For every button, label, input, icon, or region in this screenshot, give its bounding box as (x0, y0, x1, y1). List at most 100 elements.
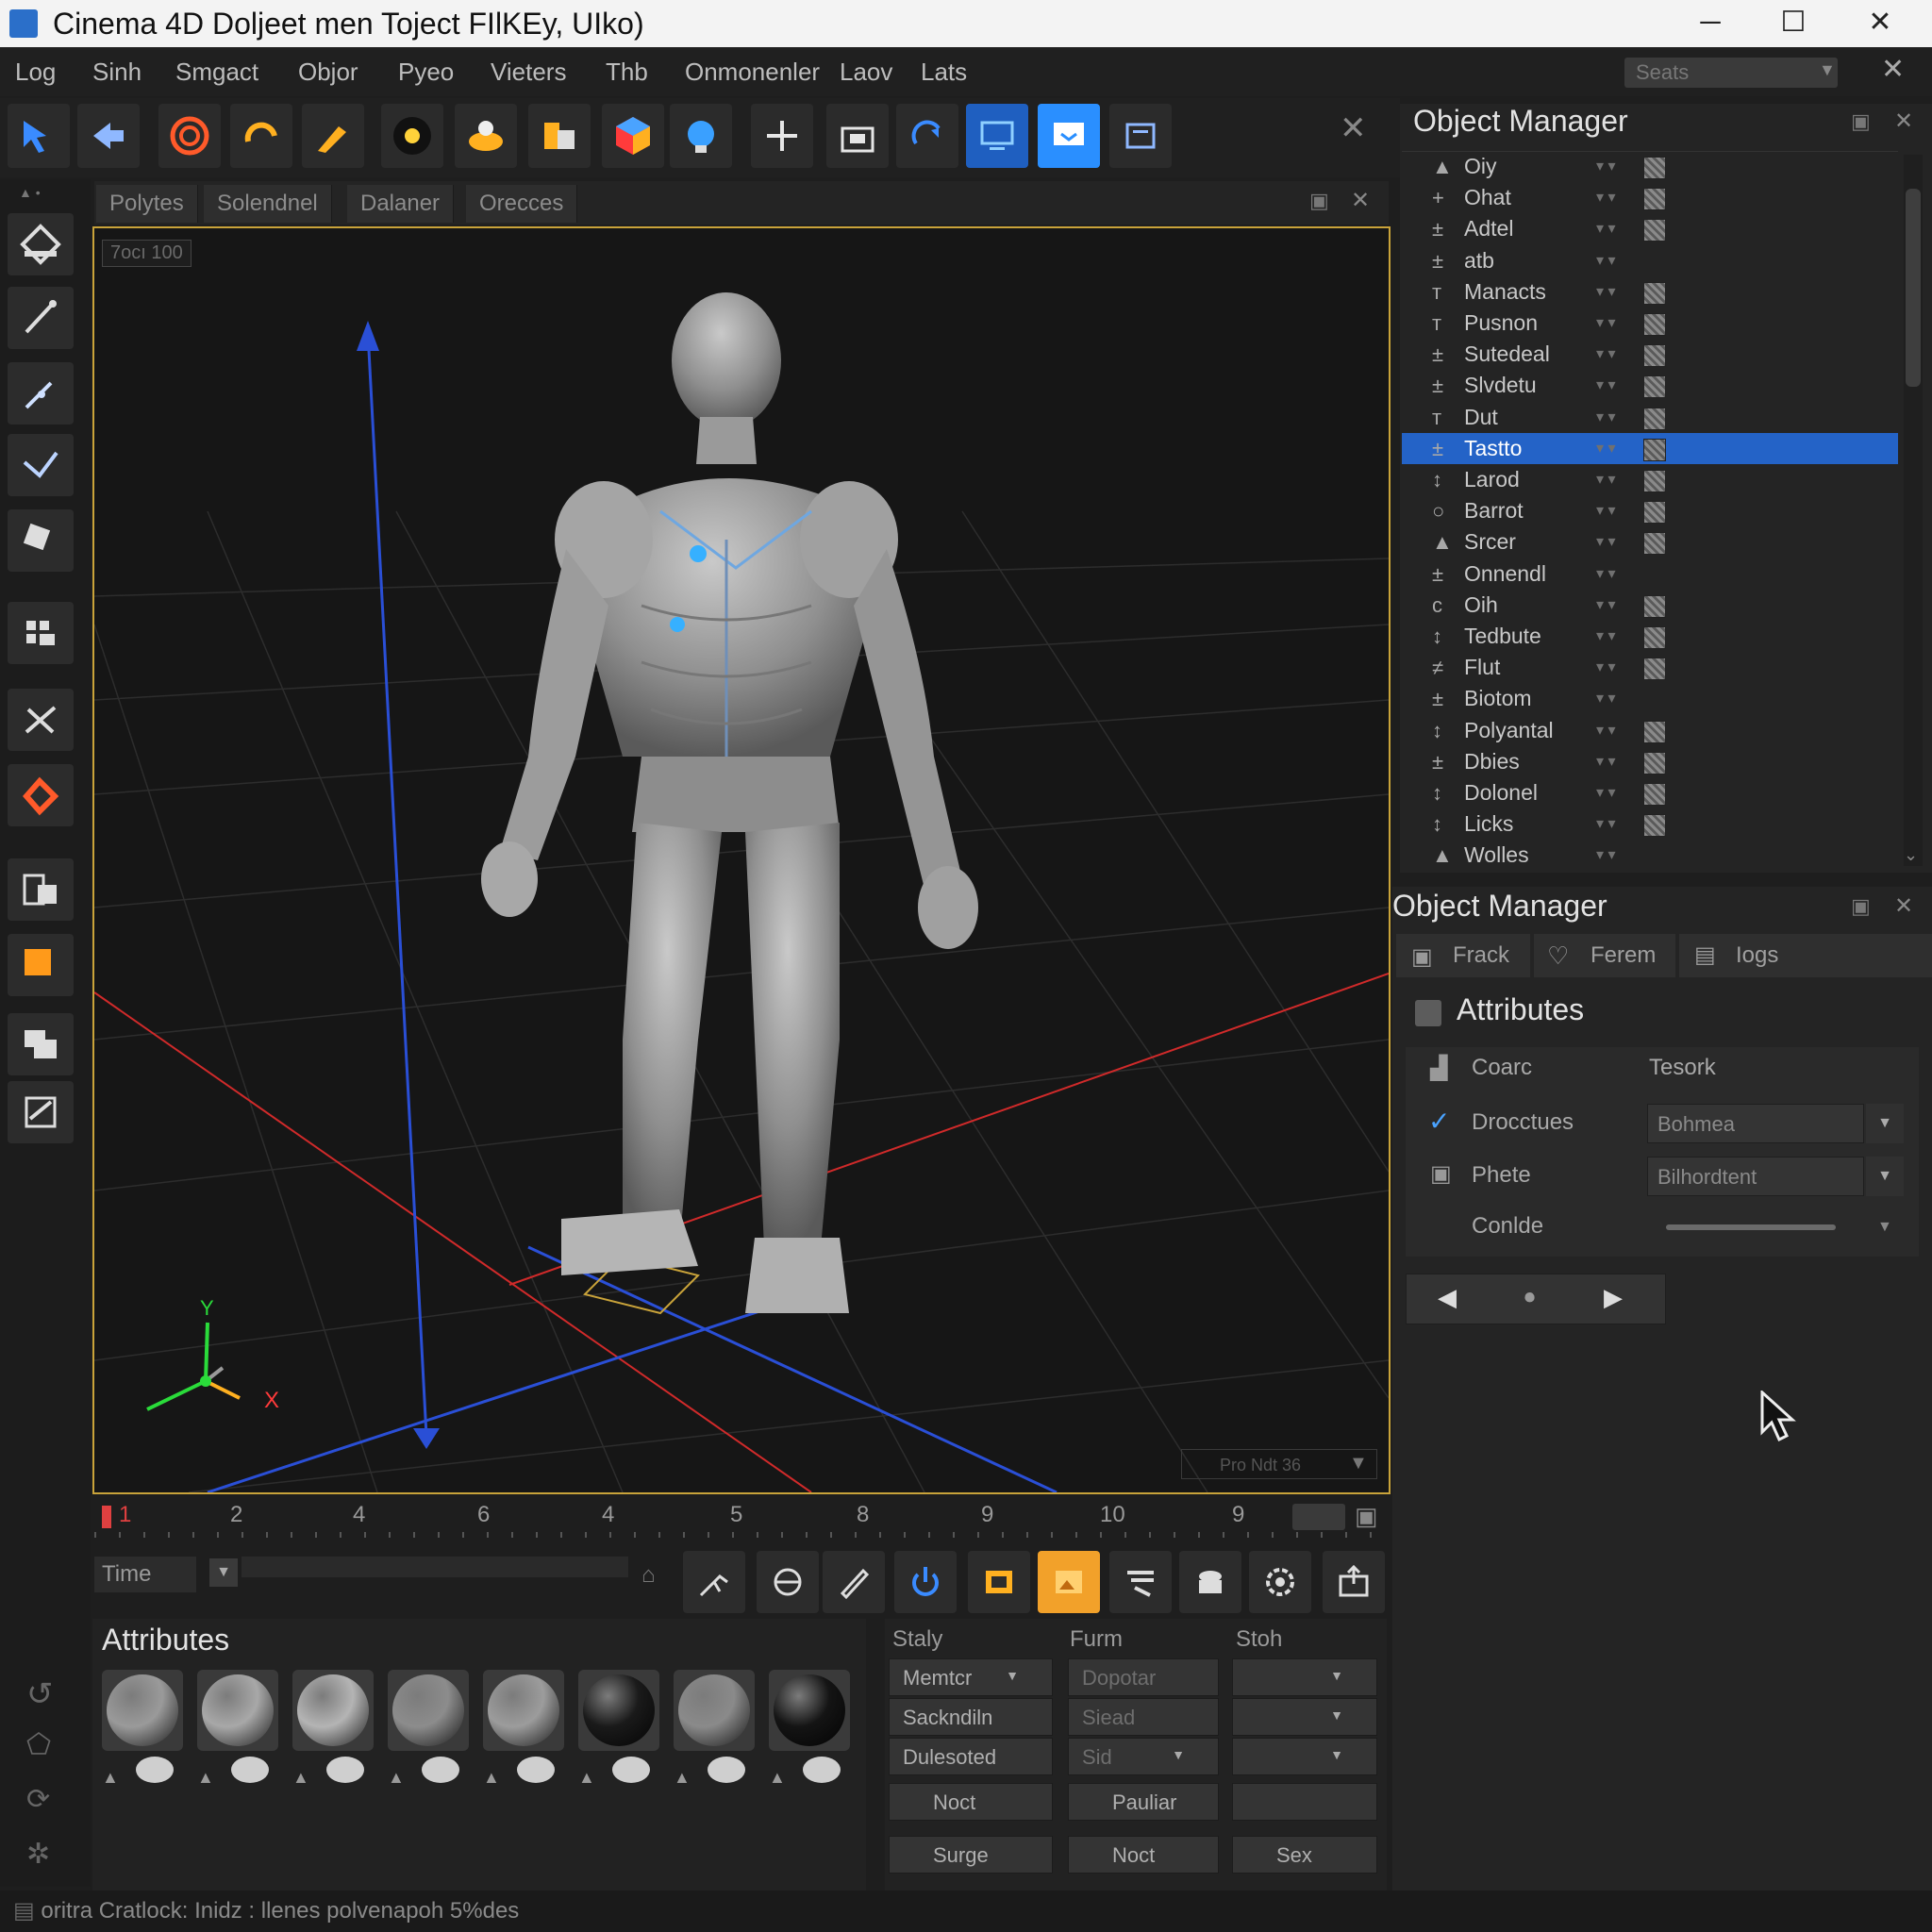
visibility-flags-icon[interactable]: ▾ ▾ (1596, 464, 1616, 495)
deformer-button[interactable] (455, 104, 517, 168)
object-row[interactable]: ± Adtel ▾ ▾ (1402, 213, 1898, 244)
menu-item-objor[interactable]: Objor (298, 55, 358, 89)
ctrl-brush-button[interactable] (1109, 1551, 1172, 1613)
timeline-zoom-field[interactable] (1292, 1504, 1345, 1530)
prev-button[interactable]: ◀ (1438, 1283, 1457, 1312)
menu-close-button[interactable]: ✕ (1881, 53, 1905, 86)
scene-button[interactable] (528, 104, 591, 168)
layout-button[interactable] (1109, 104, 1172, 168)
material-swatch[interactable] (102, 1670, 183, 1751)
character-model[interactable] (481, 292, 978, 1313)
tool-spline[interactable] (8, 434, 74, 496)
tool-pen[interactable] (8, 362, 74, 425)
tool-grid[interactable] (8, 602, 74, 664)
viewport-tab-1[interactable]: Polytes (96, 185, 198, 223)
viewport-maximize-icon[interactable]: ▣ (1309, 189, 1329, 213)
light-button[interactable] (670, 104, 732, 168)
ctrl-power-button[interactable] (894, 1551, 957, 1613)
monitor-button[interactable] (966, 104, 1028, 168)
property-button[interactable] (1232, 1783, 1377, 1821)
object-row[interactable]: + Ohat ▾ ▾ (1402, 182, 1898, 213)
menu-item-laov[interactable]: Laov (840, 55, 892, 89)
tool-material[interactable] (8, 934, 74, 996)
attr-slider[interactable] (1666, 1224, 1836, 1230)
undo-button[interactable] (77, 104, 140, 168)
next-button[interactable]: ▶ (1604, 1283, 1623, 1312)
material-swatch[interactable] (197, 1670, 278, 1751)
time-slider[interactable] (242, 1557, 628, 1577)
object-row[interactable]: ▲ Srcer ▾ ▾ (1402, 526, 1898, 558)
property-button[interactable]: Sex (1232, 1836, 1377, 1874)
visibility-flags-icon[interactable]: ▾ ▾ (1596, 746, 1616, 777)
spiral-tool-button[interactable] (158, 104, 221, 168)
move-tool-button[interactable] (8, 104, 70, 168)
visibility-flags-icon[interactable]: ▾ ▾ (1596, 840, 1616, 871)
ctrl-picture-button[interactable] (1038, 1551, 1100, 1613)
tag-icon[interactable] (1643, 438, 1666, 461)
minimize-button[interactable]: ─ (1666, 0, 1755, 47)
render-view-button[interactable] (896, 104, 958, 168)
menu-item-log[interactable]: Log (15, 55, 56, 89)
tool-transform[interactable] (8, 509, 74, 572)
property-field[interactable]: Sackndiln (889, 1698, 1053, 1736)
object-row[interactable]: ± Slvdetu ▾ ▾ (1402, 370, 1898, 401)
menu-item-onmonenler[interactable]: Onmonenler (685, 55, 820, 89)
section-toggle[interactable] (1415, 1000, 1441, 1026)
am-maximize-icon[interactable]: ▣ (1851, 894, 1871, 919)
visibility-flags-icon[interactable]: ▾ ▾ (1596, 245, 1616, 276)
menu-item-lats[interactable]: Lats (921, 55, 967, 89)
material-tags[interactable]: ▲ (388, 1757, 469, 1787)
tag-icon[interactable] (1643, 658, 1666, 681)
visibility-flags-icon[interactable]: ▾ ▾ (1596, 213, 1616, 244)
knife-tool-button[interactable] (302, 104, 364, 168)
chevron-down-icon[interactable]: ▼ (209, 1558, 238, 1587)
visibility-flags-icon[interactable]: ▾ ▾ (1596, 433, 1616, 464)
keyframe-icon[interactable]: ⌂ (641, 1562, 656, 1589)
timeline-expand-icon[interactable]: ▣ (1355, 1502, 1378, 1531)
viewport-close-icon[interactable]: ✕ (1351, 187, 1370, 214)
ctrl-pencil-button[interactable] (823, 1551, 885, 1613)
visibility-flags-icon[interactable]: ▾ ▾ (1596, 308, 1616, 339)
tag-icon[interactable] (1643, 720, 1666, 743)
tool-paint[interactable] (8, 1081, 74, 1143)
render-settings-button[interactable] (1038, 104, 1100, 168)
material-swatch[interactable] (483, 1670, 564, 1751)
tool-brush[interactable] (8, 287, 74, 349)
tool-rotate-small[interactable]: ↺ (26, 1675, 54, 1713)
tag-icon[interactable] (1643, 814, 1666, 838)
object-row[interactable]: ▲ Wolles ▾ ▾ (1402, 840, 1898, 871)
property-field[interactable]: Dopotar (1068, 1658, 1219, 1696)
tag-icon[interactable] (1643, 344, 1666, 368)
tag-icon[interactable] (1643, 313, 1666, 336)
chevron-down-icon[interactable]: ⌄ (1904, 845, 1918, 865)
material-tags[interactable]: ▲ (483, 1757, 564, 1787)
tool-sculpt[interactable] (8, 689, 74, 751)
visibility-flags-icon[interactable]: ▾ ▾ (1596, 808, 1616, 840)
material-tags[interactable]: ▲ (769, 1757, 850, 1787)
ctrl-settings-button[interactable] (1249, 1551, 1311, 1613)
character-button[interactable] (381, 104, 443, 168)
material-tags[interactable]: ▲ (674, 1757, 755, 1787)
tag-icon[interactable] (1643, 783, 1666, 806)
tool-select[interactable] (8, 213, 74, 275)
property-field[interactable] (1232, 1738, 1377, 1775)
om-close-icon[interactable]: ✕ (1894, 108, 1913, 135)
palette-handle[interactable]: ▲ • (19, 185, 41, 200)
add-button[interactable] (751, 104, 813, 168)
am-tab-3[interactable]: Iogs (1679, 934, 1932, 977)
visibility-flags-icon[interactable]: ▾ ▾ (1596, 683, 1616, 714)
tool-panels[interactable] (8, 858, 74, 921)
object-row[interactable]: ↕ Polyantal ▾ ▾ (1402, 715, 1898, 746)
viewport-tab-4[interactable]: Orecces (466, 185, 578, 223)
object-row[interactable]: ▲ Oiy ▾ ▾ (1402, 151, 1898, 182)
ctrl-knife-button[interactable] (683, 1551, 745, 1613)
tool-magnet[interactable] (8, 764, 74, 826)
tag-icon[interactable] (1643, 407, 1666, 430)
object-row[interactable]: ↕ Dolonel ▾ ▾ (1402, 777, 1898, 808)
tool-gear-small[interactable]: ✲ (26, 1838, 50, 1871)
tag-icon[interactable] (1643, 626, 1666, 649)
am-close-icon[interactable]: ✕ (1894, 892, 1913, 920)
maximize-button[interactable]: ☐ (1749, 0, 1838, 47)
menu-item-pyeo[interactable]: Pyeo (398, 55, 454, 89)
time-field[interactable]: Time (94, 1557, 196, 1592)
